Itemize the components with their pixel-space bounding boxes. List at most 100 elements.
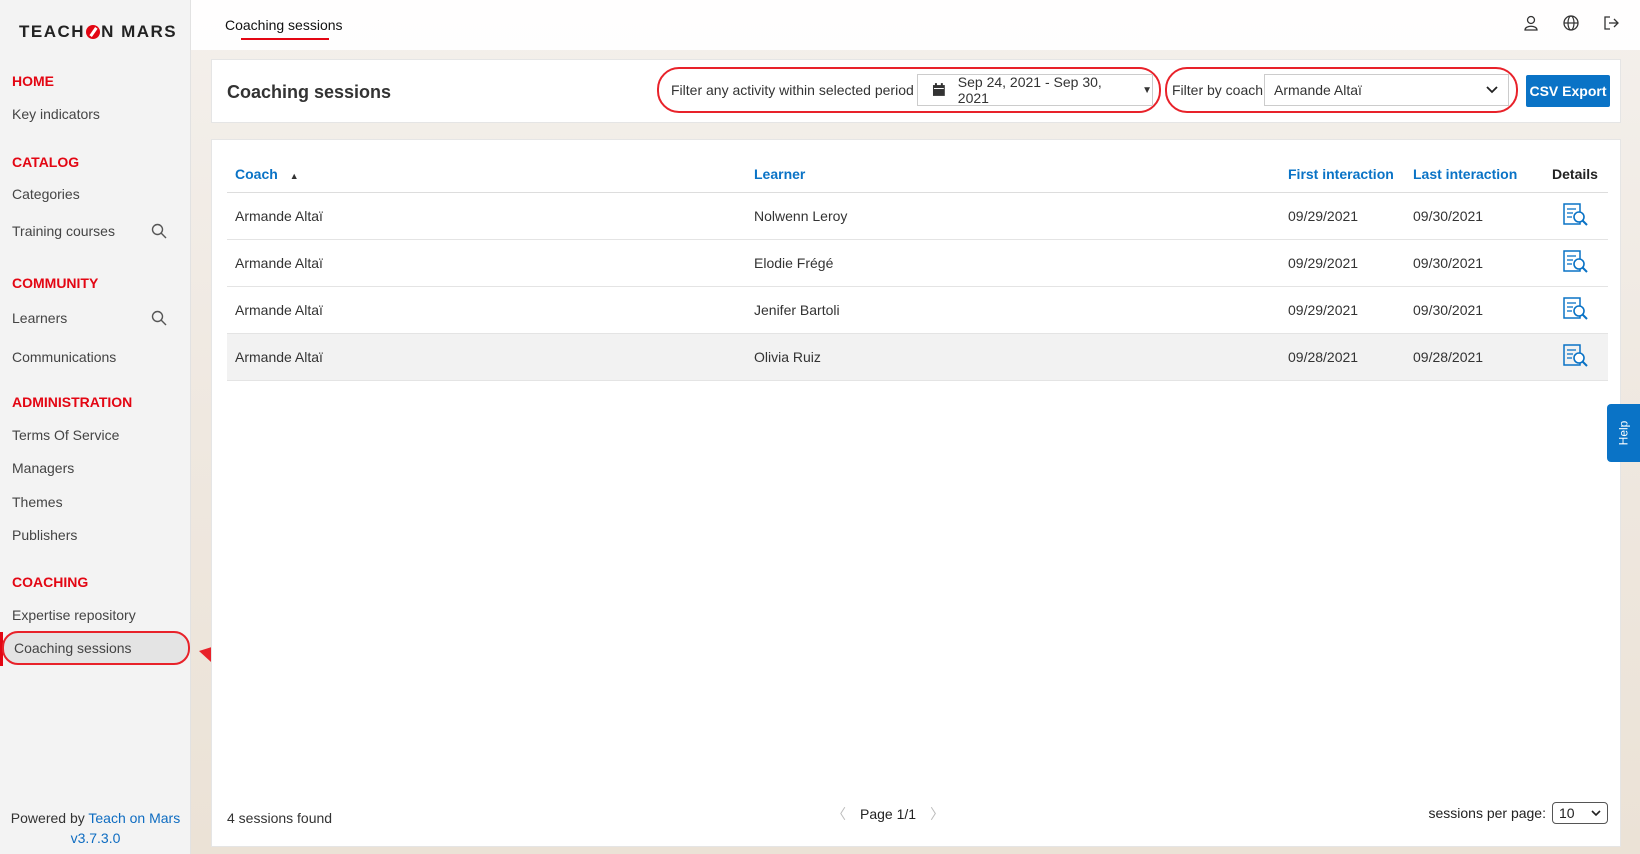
details-search-icon[interactable] xyxy=(1561,248,1589,276)
date-range-value: Sep 24, 2021 - Sep 30, 2021 xyxy=(957,74,1102,106)
details-search-icon[interactable] xyxy=(1561,342,1589,370)
cell-learner: Nolwenn Leroy xyxy=(754,208,848,224)
sidebar-item-themes[interactable]: Themes xyxy=(12,494,167,510)
next-page-icon[interactable]: 〉 xyxy=(930,804,944,824)
tab-underline xyxy=(241,38,329,40)
globe-icon[interactable] xyxy=(1562,14,1580,32)
search-icon[interactable] xyxy=(151,310,167,326)
header-card: Coaching sessions Filter any activity wi… xyxy=(211,59,1621,123)
cell-first-interaction: 09/29/2021 xyxy=(1288,255,1359,271)
sidebar-item-label: Coaching sessions xyxy=(14,640,132,656)
csv-export-button[interactable]: CSV Export xyxy=(1526,75,1610,107)
per-page-value: 10 xyxy=(1559,805,1575,821)
cell-coach: Armande Altaï xyxy=(235,255,323,271)
help-tab-label: Help xyxy=(1616,420,1631,446)
cell-coach: Armande Altaï xyxy=(235,349,323,365)
sidebar-item-label: Key indicators xyxy=(12,106,100,122)
sidebar-item-communications[interactable]: Communications xyxy=(12,349,167,365)
sessions-card: Coach ▲ Learner First interaction Last i… xyxy=(211,139,1621,847)
cell-first-interaction: 09/28/2021 xyxy=(1288,349,1359,365)
nav-section-catalog: CATALOG xyxy=(12,154,80,170)
powered-by-text: Powered by xyxy=(10,810,85,826)
column-header-last-interaction[interactable]: Last interaction xyxy=(1409,166,1534,182)
coach-filter-label: Filter by coach xyxy=(1172,82,1264,98)
period-filter-label: Filter any activity within selected peri… xyxy=(671,82,914,98)
cell-last-interaction: 09/30/2021 xyxy=(1413,302,1484,318)
cell-details xyxy=(1534,248,1608,279)
pagination: 〈 Page 1/1 〉 xyxy=(832,804,944,824)
help-tab[interactable]: Help xyxy=(1607,404,1640,462)
table-row: Armande Altaï Elodie Frégé 09/29/2021 09… xyxy=(227,240,1608,287)
coach-select-value: Armande Altaï xyxy=(1274,82,1362,98)
column-header-coach[interactable]: Coach ▲ xyxy=(227,166,746,182)
search-icon[interactable] xyxy=(151,223,167,239)
logo-o-icon xyxy=(86,25,101,39)
prev-page-icon[interactable]: 〈 xyxy=(832,804,846,824)
teach-on-mars-logo[interactable]: TEACH N MARS xyxy=(19,22,177,42)
page-title: Coaching sessions xyxy=(227,82,392,102)
sidebar-item-label: Categories xyxy=(12,186,80,202)
nav-section-home: HOME xyxy=(12,73,54,89)
version-label: v3.7.3.0 xyxy=(70,830,121,846)
sidebar-item-key-indicators[interactable]: Key indicators xyxy=(12,106,167,122)
sidebar-item-label: Training courses xyxy=(12,223,115,239)
sidebar-item-categories[interactable]: Categories xyxy=(12,186,167,202)
logout-icon[interactable] xyxy=(1602,14,1620,32)
sidebar-item-label: Managers xyxy=(12,460,75,476)
table-row: Armande Altaï Olivia Ruiz 09/28/2021 09/… xyxy=(227,334,1608,381)
user-icon[interactable] xyxy=(1522,14,1540,32)
table-row: Armande Altaï Nolwenn Leroy 09/29/2021 0… xyxy=(227,193,1608,240)
caret-down-icon: ▼ xyxy=(1142,84,1152,96)
sidebar-item-label: Terms Of Service xyxy=(12,427,120,443)
cell-learner: Elodie Frégé xyxy=(754,255,834,271)
per-page-select[interactable]: 10 xyxy=(1552,802,1608,824)
logo-text-left: TEACH xyxy=(19,22,86,41)
details-search-icon[interactable] xyxy=(1561,295,1589,323)
sidebar-item-label: Publishers xyxy=(12,527,78,543)
sidebar-item-label: Themes xyxy=(12,494,63,510)
sidebar-item-coaching-sessions[interactable]: Coaching sessions xyxy=(2,631,190,665)
chevron-down-icon xyxy=(1486,86,1498,94)
table-row: Armande Altaï Jenifer Bartoli 09/29/2021… xyxy=(227,287,1608,334)
tab-coaching-sessions[interactable]: Coaching sessions xyxy=(225,17,343,33)
sidebar-item-label: Expertise repository xyxy=(12,607,136,623)
top-bar: Coaching sessions xyxy=(191,0,1640,50)
cell-learner: Olivia Ruiz xyxy=(754,349,821,365)
sessions-count: 4 sessions found xyxy=(227,810,333,826)
sidebar-item-managers[interactable]: Managers xyxy=(12,460,167,476)
per-page-label: sessions per page: xyxy=(1428,805,1546,821)
sort-asc-icon: ▲ xyxy=(289,170,299,181)
nav-section-administration: ADMINISTRATION xyxy=(12,394,133,410)
nav-section-community: COMMUNITY xyxy=(12,275,99,291)
nav-section-coaching: COACHING xyxy=(12,574,89,590)
powered-by: Powered by Teach on Mars v3.7.3.0 xyxy=(0,808,191,848)
cell-learner: Jenifer Bartoli xyxy=(754,302,840,318)
sidebar: TEACH N MARS HOME Key indicators CATALOG… xyxy=(0,0,191,854)
sidebar-item-training-courses[interactable]: Training courses xyxy=(12,223,167,239)
cell-first-interaction: 09/29/2021 xyxy=(1288,302,1359,318)
cell-last-interaction: 09/30/2021 xyxy=(1413,208,1484,224)
cell-last-interaction: 09/30/2021 xyxy=(1413,255,1484,271)
coach-filter: Filter by coach Armande Altaï xyxy=(1165,67,1518,113)
details-search-icon[interactable] xyxy=(1561,201,1589,229)
table-header: Coach ▲ Learner First interaction Last i… xyxy=(227,155,1608,193)
sessions-table: Coach ▲ Learner First interaction Last i… xyxy=(227,155,1608,381)
sidebar-item-learners[interactable]: Learners xyxy=(12,310,167,326)
cell-first-interaction: 09/29/2021 xyxy=(1288,208,1359,224)
sidebar-item-publishers[interactable]: Publishers xyxy=(12,527,167,543)
cell-last-interaction: 09/28/2021 xyxy=(1413,349,1484,365)
cell-coach: Armande Altaï xyxy=(235,302,323,318)
sidebar-item-label: Communications xyxy=(12,349,117,365)
date-range-picker[interactable]: Sep 24, 2021 - Sep 30, 2021 ▼ xyxy=(917,74,1153,106)
cell-coach: Armande Altaï xyxy=(235,208,323,224)
sidebar-item-expertise-repository[interactable]: Expertise repository xyxy=(12,607,167,623)
chevron-down-icon xyxy=(1591,809,1601,816)
top-icons xyxy=(1522,14,1620,32)
powered-by-link[interactable]: Teach on Mars xyxy=(88,810,180,826)
cell-details xyxy=(1534,342,1608,373)
coach-select[interactable]: Armande Altaï xyxy=(1264,74,1509,106)
column-header-first-interaction[interactable]: First interaction xyxy=(1284,166,1409,182)
sidebar-item-terms-of-service[interactable]: Terms Of Service xyxy=(12,427,167,443)
column-header-learner[interactable]: Learner xyxy=(746,166,1284,182)
per-page-control: sessions per page: 10 xyxy=(1428,802,1608,824)
